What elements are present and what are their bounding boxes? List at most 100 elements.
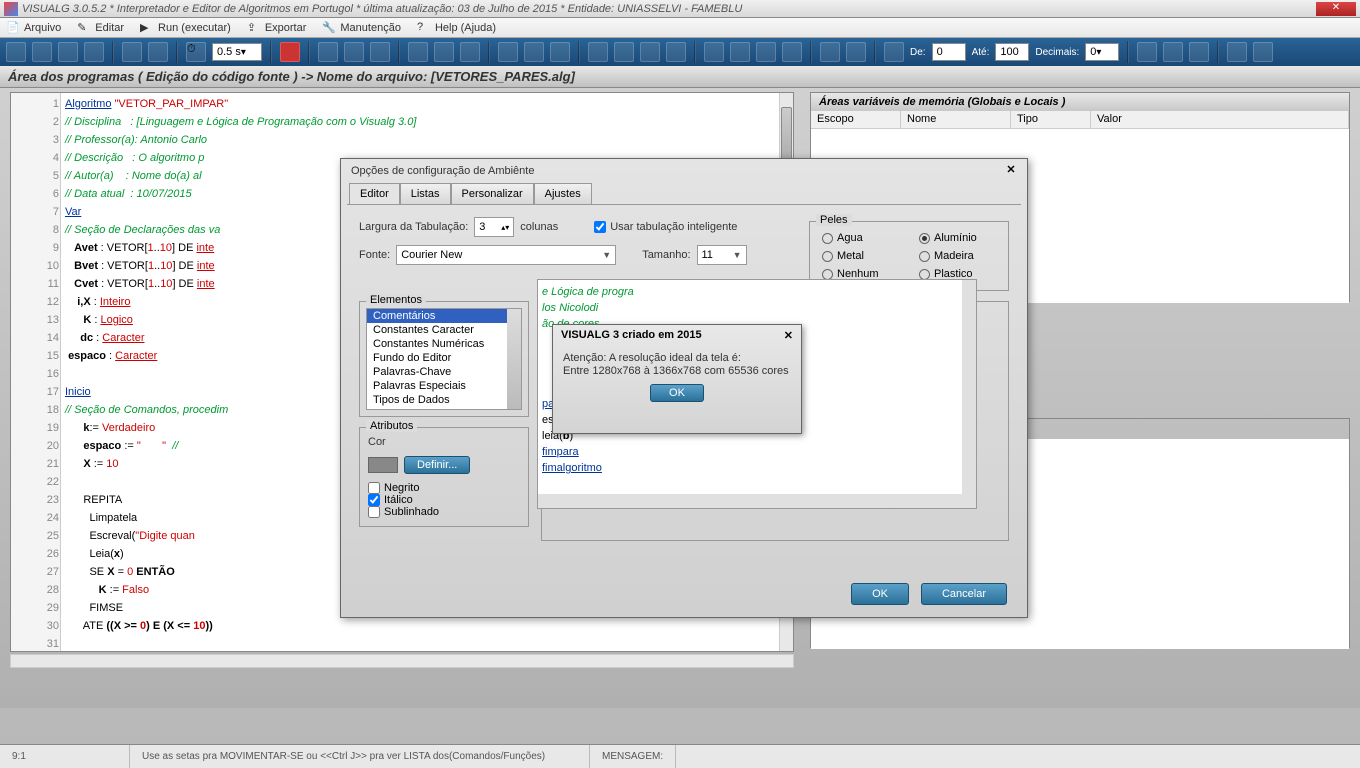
exit-button[interactable] — [1253, 42, 1273, 62]
skin-radio[interactable]: Madeira — [919, 250, 996, 262]
tool-button-10[interactable] — [756, 42, 776, 62]
ate-label: Até: — [972, 47, 990, 58]
new-button[interactable] — [6, 42, 26, 62]
open-button[interactable] — [32, 42, 52, 62]
tool-button-14[interactable] — [884, 42, 904, 62]
element-item[interactable]: Palavras Especiais — [367, 379, 521, 393]
save-button[interactable] — [58, 42, 78, 62]
preview-scrollbar-v[interactable] — [962, 280, 976, 494]
help-icon: ? — [417, 21, 431, 35]
element-item[interactable]: Constantes Numéricas — [367, 337, 521, 351]
tool-button-5[interactable] — [614, 42, 634, 62]
color-swatch — [368, 457, 398, 473]
tool-button-6[interactable] — [640, 42, 660, 62]
bold-checkbox[interactable]: Negrito — [368, 482, 520, 494]
timer-icon[interactable]: ⏱ — [186, 42, 206, 62]
alert-close-button[interactable]: ✕ — [784, 329, 793, 342]
status-message-label: MENSAGEM: — [590, 745, 676, 768]
menu-arquivo[interactable]: 📄Arquivo — [6, 21, 61, 35]
print-button[interactable] — [122, 42, 142, 62]
window-titlebar: VISUALG 3.0.5.2 * Interpretador e Editor… — [0, 0, 1360, 18]
edit-icon: ✎ — [77, 21, 91, 35]
dialog-ok-button[interactable]: OK — [851, 583, 909, 605]
tool-button-8[interactable] — [704, 42, 724, 62]
size-label: Tamanho: — [642, 249, 690, 261]
alert-line2: Entre 1280x768 à 1366x768 com 65536 core… — [563, 365, 791, 378]
element-item[interactable]: Constantes Caracter — [367, 323, 521, 337]
dialog-close-button[interactable]: ✕ — [1003, 163, 1019, 179]
statusbar: 9:1 Use as setas pra MOVIMENTAR-SE ou <<… — [0, 744, 1360, 768]
copy-button[interactable] — [434, 42, 454, 62]
tool-button-9[interactable] — [730, 42, 750, 62]
dec-field[interactable]: 0 ▾ — [1085, 43, 1119, 61]
tab-width-spinner[interactable]: 3 ▴▾ — [474, 217, 514, 237]
stop-button[interactable] — [280, 42, 300, 62]
speed-field[interactable]: 0.5 s ▾ — [212, 43, 262, 61]
skins-legend: Peles — [816, 214, 852, 226]
tab-editor[interactable]: Editor — [349, 183, 400, 204]
tool-button-4[interactable] — [588, 42, 608, 62]
undo-button[interactable] — [498, 42, 518, 62]
element-item[interactable]: Tipos de Dados — [367, 393, 521, 407]
elements-listbox[interactable]: ComentáriosConstantes CaracterConstantes… — [366, 308, 522, 410]
tool-button-17[interactable] — [1189, 42, 1209, 62]
font-combo[interactable]: Courier New▼ — [396, 245, 616, 265]
size-combo[interactable]: 11▼ — [697, 245, 747, 265]
definir-button[interactable]: Definir... — [404, 456, 470, 474]
skin-radio[interactable]: Alumínio — [919, 232, 996, 244]
font-label: Fonte: — [359, 249, 390, 261]
window-close-button[interactable]: ✕ — [1316, 2, 1356, 16]
menu-editar[interactable]: ✎Editar — [77, 21, 124, 35]
tool-button-16[interactable] — [1163, 42, 1183, 62]
dialog-title: Opções de configuração de Ambiênte — [341, 159, 1027, 183]
tool-button-18[interactable] — [1227, 42, 1247, 62]
tool-button-3[interactable] — [550, 42, 570, 62]
tab-ajustes[interactable]: Ajustes — [534, 183, 592, 204]
tool-button-11[interactable] — [782, 42, 802, 62]
element-item[interactable]: Comentários — [367, 309, 521, 323]
tool-button-1[interactable] — [344, 42, 364, 62]
element-item[interactable]: Palavras-Chave — [367, 365, 521, 379]
window-title: VISUALG 3.0.5.2 * Interpretador e Editor… — [22, 3, 1316, 15]
tool-button-7[interactable] — [666, 42, 686, 62]
wrench-icon: 🔧 — [322, 21, 336, 35]
hand-button[interactable] — [318, 42, 338, 62]
tool-button-12[interactable] — [820, 42, 840, 62]
menu-run[interactable]: ▶Run (executar) — [140, 21, 231, 35]
cut-button[interactable] — [408, 42, 428, 62]
dialog-cancel-button[interactable]: Cancelar — [921, 583, 1007, 605]
code-scrollbar-h[interactable] — [10, 654, 794, 668]
menu-help[interactable]: ?Help (Ajuda) — [417, 21, 496, 35]
dec-label: Decimais: — [1035, 47, 1079, 58]
tab-personalizar[interactable]: Personalizar — [451, 183, 534, 204]
saveall-button[interactable] — [84, 42, 104, 62]
element-item[interactable]: Fundo do Editor — [367, 351, 521, 365]
tab-listas[interactable]: Listas — [400, 183, 451, 204]
paste-button[interactable] — [460, 42, 480, 62]
refresh-button[interactable] — [148, 42, 168, 62]
skin-radio[interactable]: Agua — [822, 232, 899, 244]
app-icon — [4, 2, 18, 16]
alert-ok-button[interactable]: OK — [650, 384, 704, 402]
smart-tab-checkbox[interactable]: Usar tabulação inteligente — [594, 221, 737, 233]
attributes-legend: Atributos — [366, 420, 417, 432]
preview-scrollbar-h[interactable] — [538, 494, 976, 508]
file-icon: 📄 — [6, 21, 20, 35]
italic-checkbox[interactable]: Itálico — [368, 494, 520, 506]
ate-field[interactable]: 100 — [995, 43, 1029, 61]
de-field[interactable]: 0 — [932, 43, 966, 61]
menu-exportar[interactable]: ⇪Exportar — [247, 21, 307, 35]
variables-columns: Escopo Nome Tipo Valor — [811, 111, 1349, 129]
underline-checkbox[interactable]: Sublinhado — [368, 506, 520, 518]
element-item[interactable]: Texto em Geral — [367, 407, 521, 410]
de-label: De: — [910, 47, 926, 58]
dialog-tabs: Editor Listas Personalizar Ajustes — [341, 183, 1027, 204]
skins-radios: AguaAlumínioMetalMadeiraNenhumPlastico — [822, 232, 996, 280]
alert-title: VISUALG 3 criado em 2015 — [561, 329, 702, 342]
tool-button-13[interactable] — [846, 42, 866, 62]
tool-button-15[interactable] — [1137, 42, 1157, 62]
menu-manutencao[interactable]: 🔧Manutenção — [322, 21, 401, 35]
redo-button[interactable] — [524, 42, 544, 62]
tool-button-2[interactable] — [370, 42, 390, 62]
skin-radio[interactable]: Metal — [822, 250, 899, 262]
